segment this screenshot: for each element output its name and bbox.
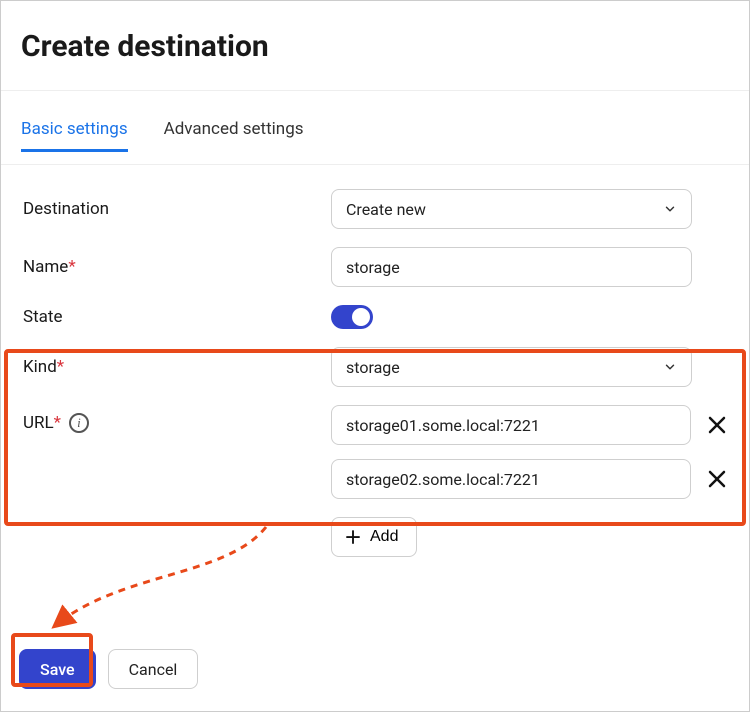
info-icon[interactable]: i	[69, 413, 89, 433]
label-destination-text: Destination	[23, 199, 109, 219]
kind-select-value: storage	[346, 358, 400, 377]
chevron-down-icon	[663, 202, 677, 216]
cancel-button[interactable]: Cancel	[108, 649, 199, 689]
close-icon[interactable]	[705, 413, 729, 437]
chevron-down-icon	[663, 360, 677, 374]
save-button[interactable]: Save	[19, 649, 96, 689]
page-title: Create destination	[21, 29, 729, 64]
label-name: Name*	[21, 257, 331, 277]
required-mark: *	[57, 357, 64, 377]
add-button[interactable]: Add	[331, 517, 417, 557]
url-input-0[interactable]: storage01.some.local:7221	[331, 405, 691, 445]
tabs: Basic settings Advanced settings	[21, 119, 729, 152]
name-input[interactable]: storage	[331, 247, 692, 287]
label-kind-text: Kind	[23, 357, 57, 377]
label-state: State	[21, 307, 331, 327]
url-input-0-value: storage01.some.local:7221	[346, 416, 540, 435]
url-input-1[interactable]: storage02.some.local:7221	[331, 459, 691, 499]
destination-select-value: Create new	[346, 200, 426, 219]
required-mark: *	[68, 257, 75, 277]
state-toggle-knob	[352, 308, 370, 326]
destination-select[interactable]: Create new	[331, 189, 692, 229]
required-mark: *	[54, 413, 61, 433]
tab-advanced-settings[interactable]: Advanced settings	[164, 119, 304, 152]
label-destination: Destination	[21, 199, 331, 219]
add-button-label: Add	[370, 528, 398, 546]
plus-icon	[344, 528, 362, 546]
name-input-value: storage	[346, 258, 400, 277]
url-input-1-value: storage02.some.local:7221	[346, 470, 540, 489]
kind-select[interactable]: storage	[331, 347, 692, 387]
label-state-text: State	[23, 307, 62, 327]
label-name-text: Name	[23, 257, 68, 277]
label-url: URL* i	[21, 405, 331, 433]
label-url-text: URL	[23, 413, 54, 433]
close-icon[interactable]	[705, 467, 729, 491]
state-toggle[interactable]	[331, 305, 373, 329]
label-kind: Kind*	[21, 357, 331, 377]
tab-basic-settings[interactable]: Basic settings	[21, 119, 128, 152]
